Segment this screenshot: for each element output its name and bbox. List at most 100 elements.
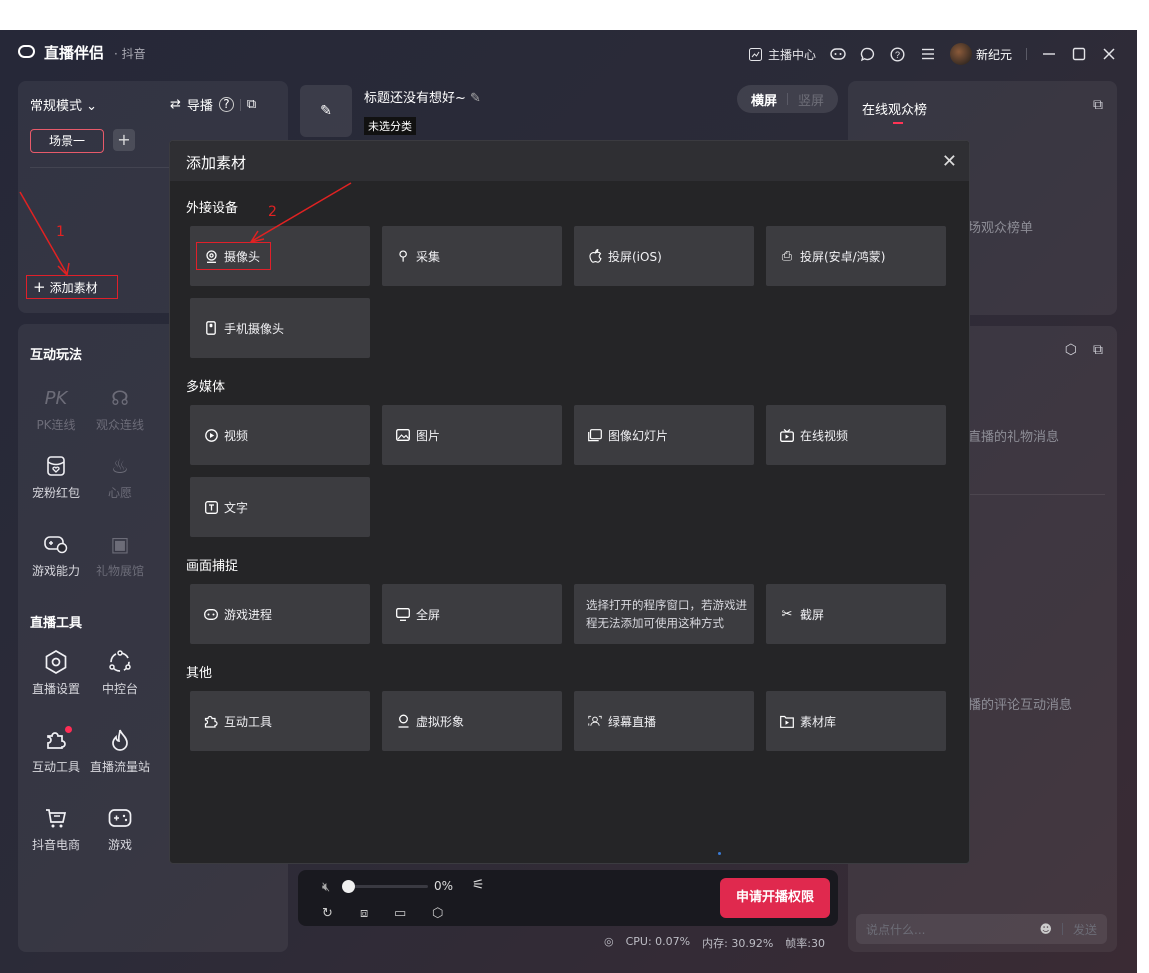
- tool-label: 礼物展馆: [95, 564, 144, 578]
- help-icon[interactable]: ?: [890, 46, 906, 62]
- tool-audience-link[interactable]: ☊ 观众连线: [88, 384, 152, 433]
- tool-live-settings[interactable]: 直播设置: [24, 648, 88, 697]
- cover-edit-button[interactable]: ✎: [300, 85, 352, 137]
- gamepad-icon[interactable]: [830, 46, 846, 62]
- card-capture[interactable]: ⚲ 采集: [382, 226, 562, 286]
- slider-thumb[interactable]: [342, 880, 355, 893]
- audience-hint: 场观众榜单: [968, 221, 1034, 236]
- highlight-box-camera: [196, 242, 271, 270]
- card-interactive-tools[interactable]: 互动工具: [190, 691, 370, 751]
- popout-icon[interactable]: ⧉: [1093, 342, 1103, 358]
- red-packet-icon: [42, 452, 70, 480]
- volume-slider[interactable]: [342, 880, 428, 893]
- portrait-option[interactable]: 竖屏: [798, 90, 824, 109]
- tool-ecommerce[interactable]: 抖音电商: [24, 804, 88, 853]
- edit-icon: ✎: [320, 103, 332, 119]
- video-camera-icon[interactable]: ▭: [394, 906, 406, 921]
- card-window-capture[interactable]: 选择打开的程序窗口，若游戏进程无法添加可使用这种方式: [574, 584, 754, 644]
- orientation-toggle[interactable]: 横屏 竖屏: [736, 85, 838, 113]
- tool-interactive-tools[interactable]: 互动工具: [24, 726, 88, 775]
- crop-icon[interactable]: ⧈: [360, 906, 368, 921]
- popout-icon[interactable]: ⧉: [1093, 97, 1103, 113]
- card-game-process[interactable]: 游戏进程: [190, 584, 370, 644]
- guide-button[interactable]: ⇄ 导播 ? ⧉: [170, 95, 256, 114]
- card-online-video[interactable]: 在线视频: [766, 405, 946, 465]
- dialog-title: 添加素材: [186, 154, 247, 172]
- swap-icon: ⇄: [170, 97, 181, 112]
- monitor-icon: [396, 607, 410, 621]
- user-profile[interactable]: 新纪元: [949, 43, 1012, 65]
- live-title[interactable]: 标题还没有想好~ ✎: [364, 87, 481, 106]
- card-material-library[interactable]: 素材库: [766, 691, 946, 751]
- chat-input[interactable]: 说点什么... ☻ 发送: [856, 914, 1107, 944]
- message-icon[interactable]: [860, 46, 876, 62]
- annotation-number-2: 2: [268, 204, 277, 220]
- card-image[interactable]: 图片: [382, 405, 562, 465]
- tool-game[interactable]: 游戏: [88, 804, 152, 853]
- help-icon: ?: [218, 97, 234, 112]
- memory-usage: 内存: 30.92%: [702, 937, 774, 950]
- tool-red-packet[interactable]: 宠粉红包: [24, 452, 88, 501]
- card-avatar[interactable]: 虚拟形象: [382, 691, 562, 751]
- apply-live-button[interactable]: 申请开播权限: [720, 878, 830, 918]
- tool-wish[interactable]: ♨ 心愿: [88, 452, 152, 501]
- card-fullscreen[interactable]: 全屏: [382, 584, 562, 644]
- tool-label: 直播流量站: [89, 760, 150, 774]
- category-badge[interactable]: 未选分类: [364, 117, 416, 135]
- tool-gift-hall[interactable]: ▣ 礼物展馆: [88, 530, 152, 579]
- apple-icon: [588, 249, 602, 263]
- card-label: 互动工具: [224, 714, 273, 729]
- menu-icon[interactable]: [920, 46, 936, 62]
- svg-text:?: ?: [895, 50, 900, 60]
- card-text[interactable]: 文字: [190, 477, 370, 537]
- send-button[interactable]: 发送: [1073, 921, 1097, 938]
- close-icon[interactable]: ✕: [942, 151, 957, 172]
- tool-label: PK连线: [36, 418, 76, 432]
- avatar-icon: [396, 714, 410, 728]
- username: 新纪元: [975, 47, 1012, 62]
- annotation-number-1: 1: [56, 224, 65, 240]
- scene-tab[interactable]: 场景一: [30, 129, 104, 153]
- volume-value: 0%: [434, 879, 454, 893]
- landscape-option[interactable]: 横屏: [751, 90, 777, 109]
- gamepad-icon: [204, 607, 218, 621]
- tool-label: 心愿: [107, 486, 132, 500]
- card-screenshot[interactable]: ✂ 截屏: [766, 584, 946, 644]
- card-phone-camera[interactable]: 手机摄像头: [190, 298, 370, 358]
- cycle-icon[interactable]: ↻: [322, 906, 333, 921]
- mode-label: 常规模式: [30, 99, 83, 114]
- divider: [786, 93, 788, 105]
- tool-pk[interactable]: PK PK连线: [24, 384, 88, 433]
- card-slideshow[interactable]: 图像幻灯片: [574, 405, 754, 465]
- guide-label: 导播: [186, 99, 213, 114]
- anchor-center-button[interactable]: 主播中心: [748, 46, 816, 63]
- card-video[interactable]: 视频: [190, 405, 370, 465]
- mute-icon[interactable]: 🔇︎: [322, 880, 330, 895]
- emoji-icon[interactable]: ☻: [1039, 922, 1052, 936]
- card-cast-android[interactable]: ⎙ 投屏(安卓/鸿蒙): [766, 226, 946, 286]
- card-label: 投屏(iOS): [608, 249, 662, 264]
- gamepad-plus-icon: [42, 530, 70, 558]
- tool-label: 抖音电商: [31, 838, 80, 852]
- tool-traffic[interactable]: 直播流量站: [88, 726, 152, 775]
- audience-title[interactable]: 在线观众榜: [862, 99, 927, 118]
- close-icon[interactable]: [1101, 46, 1117, 62]
- popout-icon[interactable]: ⧉: [247, 97, 256, 112]
- card-green-screen[interactable]: 绿幕直播: [574, 691, 754, 751]
- tab-indicator: [893, 122, 903, 124]
- tool-control[interactable]: 中控台: [88, 648, 152, 697]
- mixer-icon[interactable]: ⚟: [472, 877, 485, 893]
- maximize-icon[interactable]: [1071, 46, 1087, 62]
- tool-game-ability[interactable]: 游戏能力: [24, 530, 88, 579]
- add-material-button[interactable]: + 添加素材: [26, 275, 118, 299]
- settings-icon[interactable]: ⬡: [432, 906, 443, 921]
- settings-icon[interactable]: ⬡: [1065, 342, 1077, 358]
- add-scene-button[interactable]: +: [113, 129, 135, 151]
- group-title: 多媒体: [186, 380, 226, 395]
- minimize-icon[interactable]: [1041, 46, 1057, 62]
- card-cast-ios[interactable]: 投屏(iOS): [574, 226, 754, 286]
- mode-select[interactable]: 常规模式 ⌄: [30, 95, 97, 114]
- scissors-icon: ✂: [781, 606, 793, 622]
- play-icon: [204, 428, 218, 442]
- group-title: 外接设备: [186, 201, 239, 216]
